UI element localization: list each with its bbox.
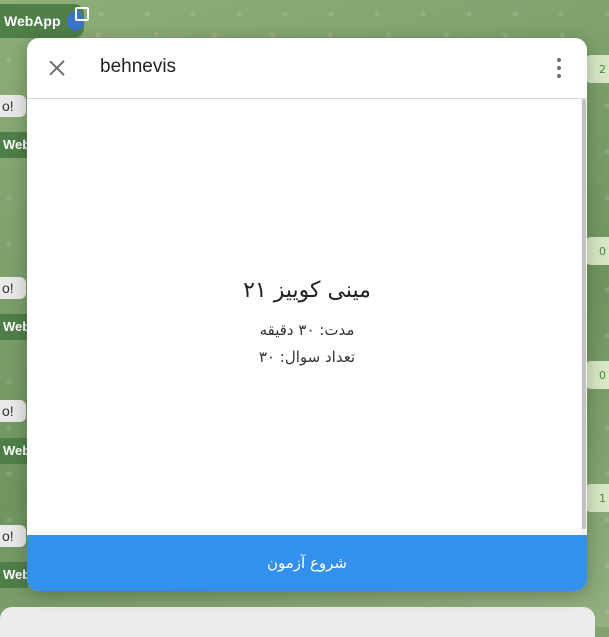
webapp-button-fragment[interactable]: Web: [0, 562, 30, 588]
quiz-info: مینی کوییز ۲۱ مدت: ۳۰ دقیقه تعداد سوال: …: [27, 268, 587, 371]
message-count-badge: 1: [585, 484, 609, 512]
webapp-badge-label: WebApp: [4, 13, 61, 29]
webapp-badge[interactable]: WebApp: [0, 4, 90, 38]
message-composer[interactable]: [0, 607, 595, 637]
webapp-modal: behnevis مینی کوییز ۲۱ مدت: ۳۰ دقیقه تعد…: [27, 38, 587, 591]
webapp-title: behnevis: [100, 56, 177, 77]
message-count-badge: 0: [585, 361, 609, 389]
chat-message-fragment: o!: [0, 277, 26, 299]
start-quiz-button[interactable]: شروع آزمون: [27, 535, 587, 591]
more-options-icon[interactable]: [555, 58, 563, 78]
quiz-duration: مدت: ۳۰ دقیقه: [259, 321, 355, 339]
message-count-badge: 0: [585, 237, 609, 265]
quiz-question-count: تعداد سوال: ۳۰: [258, 348, 356, 366]
chat-message-fragment: o!: [0, 400, 26, 422]
close-icon[interactable]: [45, 56, 69, 80]
webapp-button-fragment[interactable]: Web: [0, 314, 30, 340]
webapp-button-fragment[interactable]: Web: [0, 438, 30, 464]
chat-message-fragment: o!: [0, 95, 26, 117]
message-count-badge: 2: [585, 55, 609, 83]
chat-message-fragment: o!: [0, 525, 26, 547]
quiz-title: مینی کوییز ۲۱: [243, 278, 371, 303]
modal-header: behnevis: [27, 38, 587, 99]
globe-icon: [66, 7, 90, 31]
webapp-button-fragment[interactable]: Web: [0, 132, 30, 158]
